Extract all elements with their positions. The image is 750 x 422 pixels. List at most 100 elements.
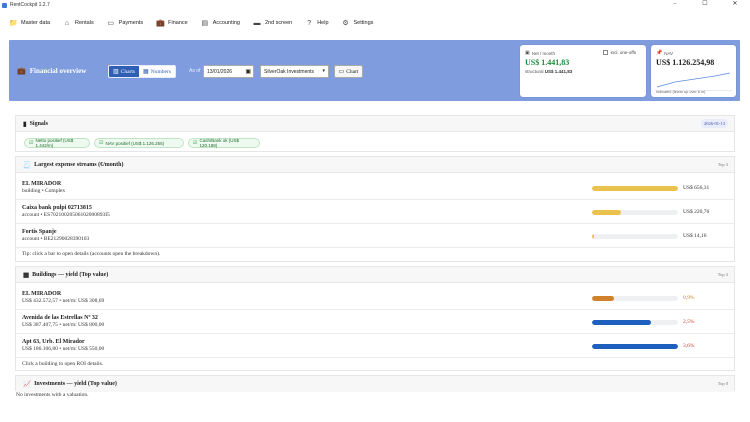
window-title: RentCockpit 1.2.7 bbox=[10, 2, 50, 8]
charts-tab[interactable]: ▥ Charts bbox=[109, 66, 140, 77]
date-input[interactable]: 13/01/2026 ▣ bbox=[203, 65, 254, 78]
menu-finance[interactable]: 💼 Finance bbox=[156, 19, 188, 27]
signal-pill: ☑ Netto positief (US$ 1.442/m) bbox=[24, 138, 90, 148]
menu-settings-label: Settings bbox=[353, 20, 374, 26]
bar-fill[interactable] bbox=[592, 234, 594, 239]
net-month-card: ▣ Net / month incl. one-offs US$ 1.441,8… bbox=[520, 45, 646, 97]
card-icon: ▭ bbox=[107, 20, 115, 27]
yield-percent: 2,5% bbox=[683, 319, 695, 325]
building-row[interactable]: EL MIRADOR US$ 432.572,57 • net/m: US$ 30… bbox=[16, 287, 734, 310]
pin-icon: 📌 bbox=[656, 50, 663, 56]
yield-percent: 3,6% bbox=[683, 343, 695, 349]
bar-track[interactable] bbox=[592, 186, 678, 191]
row-meta: building • Complex bbox=[22, 188, 66, 194]
building-icon: ▦ bbox=[23, 271, 30, 279]
folder-icon: 📁 bbox=[9, 20, 18, 27]
bar-fill[interactable] bbox=[592, 296, 614, 301]
bar-fill[interactable] bbox=[592, 320, 652, 325]
chart-icon: ▭ bbox=[338, 69, 345, 75]
chart-up-icon: 📈 bbox=[23, 381, 32, 388]
building-row[interactable]: Avenida de las Estrellas Nº 32 US$ 387.40… bbox=[16, 311, 734, 334]
view-toggle: ▥ Charts ▦ Numbers bbox=[108, 65, 176, 78]
expenses-title: Largest expense streams (€/month) bbox=[34, 161, 124, 168]
row-name: EL MIRADOR bbox=[22, 181, 62, 187]
investments-top-badge: Top 0 bbox=[717, 381, 728, 386]
window-controls: – ☐ ✕ bbox=[660, 0, 750, 10]
close-icon[interactable]: ✕ bbox=[720, 0, 750, 10]
expense-amount: US$ 656,31 bbox=[683, 185, 710, 191]
net-month-value: US$ 1.441,83 bbox=[525, 58, 570, 67]
buildings-top-badge: Top 3 bbox=[717, 272, 728, 277]
app-icon bbox=[2, 2, 7, 8]
bar-track[interactable] bbox=[592, 344, 678, 349]
chart-icon: ▥ bbox=[113, 69, 119, 75]
bar-track[interactable] bbox=[592, 234, 678, 239]
receipt-icon: 🧾 bbox=[23, 161, 32, 169]
expense-amount: US$ 14,16 bbox=[683, 233, 707, 239]
expense-row[interactable]: Caixa bank pulpi 02713815 account • ES702… bbox=[16, 201, 734, 224]
bar-fill[interactable] bbox=[592, 344, 678, 349]
buildings-title: Buildings — yield (Top value) bbox=[32, 271, 109, 278]
signals-date: 2026-01-13 bbox=[701, 119, 728, 128]
monitor-icon: ▬ bbox=[253, 19, 261, 27]
menu-accounting-label: Accounting bbox=[212, 20, 240, 26]
menu-help[interactable]: ? Help bbox=[305, 20, 328, 27]
maximize-icon[interactable]: ☐ bbox=[690, 0, 720, 10]
bar-fill[interactable] bbox=[592, 210, 622, 215]
expense-row[interactable]: Fortis Spanje account • BE21290028390103 U… bbox=[16, 225, 734, 248]
nav-hint: Indicated (linear up over 6 m) bbox=[656, 90, 706, 94]
table-icon: ▦ bbox=[143, 69, 149, 75]
house-icon: ⌂ bbox=[64, 19, 70, 27]
numbers-tab[interactable]: ▦ Numbers bbox=[139, 66, 175, 77]
window-titlebar: RentCockpit 1.2.7 bbox=[0, 0, 750, 10]
row-meta: US$ 387.407,75 • net/m: US$ 800,00 bbox=[22, 322, 105, 328]
menu-2nd-screen[interactable]: ▬ 2nd screen bbox=[253, 20, 292, 27]
menu-2nd-screen-label: 2nd screen bbox=[264, 20, 293, 26]
ledger-icon: ▤ bbox=[201, 20, 209, 27]
signals-title: Signals bbox=[29, 120, 48, 127]
menu-settings[interactable]: ⚙ Settings bbox=[342, 19, 374, 27]
minimize-icon[interactable]: – bbox=[660, 0, 690, 10]
expense-amount: US$ 220,76 bbox=[683, 209, 710, 215]
checkbox-box[interactable] bbox=[602, 50, 608, 55]
bar-track[interactable] bbox=[592, 320, 678, 325]
menu-bar: 📁 Master data ⌂ Rentals ▭ Payments 💼 Finance ▤ Ac… bbox=[0, 14, 750, 32]
signal-pill: ☑ Cash/Bank ok (US$ 120.188) bbox=[188, 138, 260, 148]
chart-button[interactable]: ▭ Chart bbox=[334, 65, 363, 78]
menu-payments-label: Payments bbox=[118, 20, 144, 26]
row-name: EL MIRADOR bbox=[22, 291, 62, 297]
bar-track[interactable] bbox=[592, 210, 678, 215]
menu-master-data-label: Master data bbox=[21, 20, 51, 26]
menu-finance-label: Finance bbox=[168, 20, 188, 26]
investments-empty-text: No investments with a valuation. bbox=[16, 392, 89, 398]
row-meta: US$ 432.572,57 • net/m: US$ 308,69 bbox=[22, 298, 105, 304]
buildings-yield-panel: ▦ Buildings — yield (Top value) Top 3 EL… bbox=[15, 266, 735, 371]
signal-icon: ▮ bbox=[23, 120, 27, 128]
expenses-top-badge: Top 3 bbox=[717, 162, 728, 167]
include-one-offs-checkbox[interactable]: incl. one-offs bbox=[602, 50, 636, 55]
nav-card: 📌 NAV US$ 1.126.254,98 Indicated (linear… bbox=[651, 45, 736, 97]
menu-rentals[interactable]: ⌂ Rentals bbox=[63, 20, 94, 27]
calendar-icon[interactable]: ▣ bbox=[245, 68, 251, 75]
chevron-down-icon: ▾ bbox=[322, 68, 325, 74]
row-name: Fortis Spanje bbox=[22, 229, 57, 235]
page-title: 💼 Financial overview bbox=[17, 67, 87, 75]
portfolio-select[interactable]: SilverOak Investments ▾ bbox=[260, 65, 329, 78]
investments-title: Investments — yield (Top value) bbox=[34, 381, 117, 387]
gear-icon: ⚙ bbox=[342, 20, 349, 27]
bar-fill[interactable] bbox=[592, 186, 678, 191]
bar-track[interactable] bbox=[592, 296, 678, 301]
expense-row[interactable]: EL MIRADOR building • Complex US$ 656,31 bbox=[16, 177, 734, 200]
menu-master-data[interactable]: 📁 Master data bbox=[9, 19, 50, 27]
nav-sparkline bbox=[655, 72, 732, 91]
menu-rentals-label: Rentals bbox=[75, 20, 94, 26]
buildings-tip: Click a building to open ROI details. bbox=[22, 361, 104, 367]
briefcase-icon: 💼 bbox=[156, 20, 165, 27]
menu-accounting[interactable]: ▤ Accounting bbox=[201, 19, 240, 27]
menu-payments[interactable]: ▭ Payments bbox=[107, 19, 143, 27]
yield-percent: 0,9% bbox=[683, 295, 695, 301]
row-name: Caixa bank pulpi 02713815 bbox=[22, 205, 92, 211]
building-row[interactable]: Apt 63, Urb. El Mirador US$ 186.106,80 • … bbox=[16, 335, 734, 358]
check-icon: ☑ bbox=[193, 140, 198, 146]
investments-yield-panel: 📈 Investments — yield (Top value) Top 0 bbox=[15, 375, 735, 392]
